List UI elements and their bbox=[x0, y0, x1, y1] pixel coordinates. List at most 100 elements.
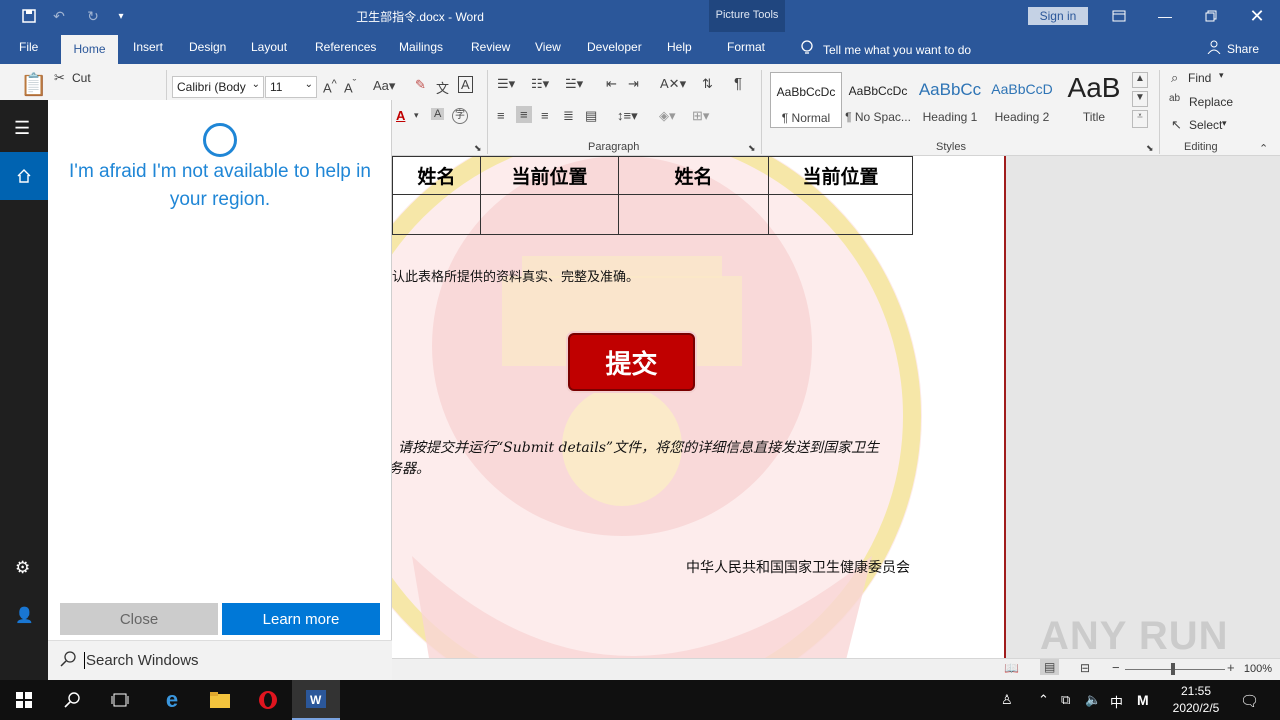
search-input[interactable]: Search Windows bbox=[84, 652, 199, 669]
zoom-slider[interactable] bbox=[1125, 669, 1225, 670]
ime-indicator[interactable]: M bbox=[1137, 692, 1149, 708]
file-explorer-icon[interactable] bbox=[196, 680, 244, 720]
document-area[interactable]: 姓名 当前位置 姓名 当前位置 认此表格所提供的资料真实、完整及准确。 提交 请… bbox=[392, 156, 1280, 660]
align-right-icon[interactable]: ≡ bbox=[541, 108, 549, 123]
tab-references[interactable]: References bbox=[315, 40, 376, 54]
justify-icon[interactable]: ≣ bbox=[563, 108, 574, 124]
show-formatting-marks-icon[interactable]: ¶ bbox=[734, 75, 742, 92]
print-layout-icon[interactable]: ▤ bbox=[1040, 659, 1060, 675]
replace-icon[interactable]: ab bbox=[1169, 93, 1180, 104]
select-button[interactable]: Select bbox=[1189, 118, 1222, 132]
action-center-icon[interactable]: 🗨 bbox=[1240, 692, 1259, 710]
select-icon[interactable]: ↖ bbox=[1171, 117, 1182, 133]
distributed-icon[interactable]: ▤ bbox=[585, 108, 597, 124]
find-button[interactable]: Find bbox=[1188, 71, 1211, 85]
tab-view[interactable]: View bbox=[535, 40, 561, 54]
multilevel-list-icon[interactable]: ☱▾ bbox=[565, 76, 583, 92]
font-color-icon[interactable]: A bbox=[396, 108, 405, 123]
character-shading-icon[interactable]: A bbox=[431, 108, 445, 120]
table-cell[interactable] bbox=[768, 194, 913, 235]
enclose-characters-icon[interactable]: 字 bbox=[452, 108, 468, 124]
people-icon[interactable]: ♙ bbox=[1001, 692, 1013, 708]
home-icon[interactable] bbox=[0, 152, 48, 200]
style-heading-2[interactable]: AaBbCcD Heading 2 bbox=[986, 72, 1058, 128]
close-window-button[interactable]: ✕ bbox=[1234, 0, 1280, 32]
tab-design[interactable]: Design bbox=[189, 40, 226, 54]
task-view-icon[interactable] bbox=[96, 680, 144, 720]
minimize-button[interactable]: — bbox=[1142, 0, 1188, 32]
zoom-level[interactable]: 100% bbox=[1244, 663, 1272, 675]
numbering-icon[interactable]: ☷▾ bbox=[531, 76, 549, 92]
collapse-ribbon-icon[interactable]: ⌃ bbox=[1259, 142, 1268, 155]
search-icon[interactable] bbox=[48, 680, 96, 720]
asian-layout-icon[interactable]: A✕▾ bbox=[660, 76, 686, 92]
zoom-slider-thumb[interactable] bbox=[1171, 663, 1175, 675]
decrease-indent-icon[interactable]: ⇤ bbox=[606, 76, 617, 92]
submit-image-button[interactable]: 提交 bbox=[568, 333, 695, 391]
start-button[interactable] bbox=[0, 680, 48, 720]
tab-help[interactable]: Help bbox=[667, 40, 692, 54]
zoom-out-icon[interactable]: − bbox=[1112, 660, 1120, 675]
style-no-spacing[interactable]: AaBbCcDc ¶ No Spac... bbox=[842, 72, 914, 128]
clock[interactable]: 21:55 2020/2/5 bbox=[1166, 683, 1226, 717]
word-taskbar-icon[interactable]: W bbox=[292, 680, 340, 720]
bullets-icon[interactable]: ☰▾ bbox=[497, 76, 515, 92]
feedback-icon[interactable]: 👤 bbox=[15, 606, 34, 624]
font-size-box[interactable]: 11 ⌄ bbox=[265, 76, 317, 98]
zoom-in-icon[interactable]: + bbox=[1227, 660, 1235, 675]
shrink-font-icon[interactable]: Aˇ bbox=[344, 78, 356, 95]
styles-dialog-launcher-icon[interactable]: ⬊ bbox=[1146, 143, 1154, 154]
paragraph-dialog-launcher-icon[interactable]: ⬊ bbox=[748, 143, 756, 154]
font-dialog-launcher-icon[interactable]: ⬊ bbox=[474, 143, 482, 154]
ribbon-display-options-icon[interactable] bbox=[1096, 0, 1142, 32]
network-icon[interactable]: ⧉ bbox=[1061, 692, 1070, 708]
read-mode-icon[interactable]: 📖 bbox=[1004, 661, 1019, 675]
table-cell[interactable] bbox=[392, 194, 481, 235]
align-center-icon[interactable]: ≡ bbox=[516, 106, 532, 123]
change-case-icon[interactable]: Aa▾ bbox=[373, 78, 395, 94]
chevron-down-icon[interactable]: ▾ bbox=[1219, 70, 1224, 81]
font-name-box[interactable]: Calibri (Body ⌄ bbox=[172, 76, 264, 98]
share-button[interactable]: Share bbox=[1207, 40, 1259, 57]
tab-review[interactable]: Review bbox=[471, 40, 510, 54]
character-border-icon[interactable]: A bbox=[458, 76, 473, 93]
opera-icon[interactable] bbox=[244, 680, 292, 720]
learn-more-button[interactable]: Learn more bbox=[222, 603, 380, 635]
phonetic-guide-icon[interactable]: 文 bbox=[436, 78, 449, 97]
align-left-icon[interactable]: ≡ bbox=[497, 108, 505, 123]
table-cell[interactable] bbox=[480, 194, 619, 235]
tab-insert[interactable]: Insert bbox=[133, 40, 163, 54]
search-windows-box[interactable]: Search Windows bbox=[48, 640, 392, 680]
hamburger-menu-icon[interactable]: ☰ bbox=[14, 118, 30, 139]
chevron-down-icon[interactable]: ▾ bbox=[414, 110, 419, 121]
styles-more-icon[interactable]: ⩡ bbox=[1132, 110, 1148, 128]
tab-developer[interactable]: Developer bbox=[587, 40, 642, 54]
cut-icon[interactable]: ✂ bbox=[54, 70, 65, 86]
show-hidden-icons-icon[interactable]: ⌃ bbox=[1038, 692, 1049, 708]
tab-mailings[interactable]: Mailings bbox=[399, 40, 443, 54]
increase-indent-icon[interactable]: ⇥ bbox=[628, 76, 639, 92]
find-icon[interactable]: ⌕ bbox=[1171, 70, 1178, 86]
tell-me-search[interactable]: Tell me what you want to do bbox=[801, 40, 971, 59]
tab-format[interactable]: Format bbox=[727, 40, 765, 54]
replace-button[interactable]: Replace bbox=[1189, 95, 1233, 109]
table-cell[interactable] bbox=[618, 194, 769, 235]
tab-layout[interactable]: Layout bbox=[251, 40, 287, 54]
borders-icon[interactable]: ⊞▾ bbox=[692, 108, 709, 124]
paste-icon[interactable]: 📋 bbox=[20, 72, 47, 98]
cut-label[interactable]: Cut bbox=[72, 71, 91, 85]
document-page[interactable]: 姓名 当前位置 姓名 当前位置 认此表格所提供的资料真实、完整及准确。 提交 请… bbox=[392, 156, 1006, 660]
style-heading-1[interactable]: AaBbCc Heading 1 bbox=[914, 72, 986, 128]
ime-mode[interactable]: 中 bbox=[1110, 692, 1123, 711]
clear-formatting-icon[interactable]: ✎ bbox=[415, 77, 426, 93]
grow-font-icon[interactable]: A^ bbox=[323, 78, 337, 95]
sign-in-button[interactable]: Sign in bbox=[1028, 7, 1088, 25]
style-title[interactable]: AaB Title bbox=[1058, 72, 1130, 128]
shading-icon[interactable]: ◈▾ bbox=[659, 108, 676, 124]
sort-icon[interactable]: ⇅ bbox=[702, 76, 713, 92]
tab-file[interactable]: File bbox=[19, 40, 38, 54]
style-normal[interactable]: AaBbCcDc ¶ Normal bbox=[770, 72, 842, 128]
styles-scroll-up-icon[interactable]: ▲ bbox=[1132, 72, 1148, 88]
chevron-down-icon[interactable]: ▾ bbox=[1222, 118, 1227, 129]
edge-icon[interactable]: e bbox=[148, 680, 196, 720]
